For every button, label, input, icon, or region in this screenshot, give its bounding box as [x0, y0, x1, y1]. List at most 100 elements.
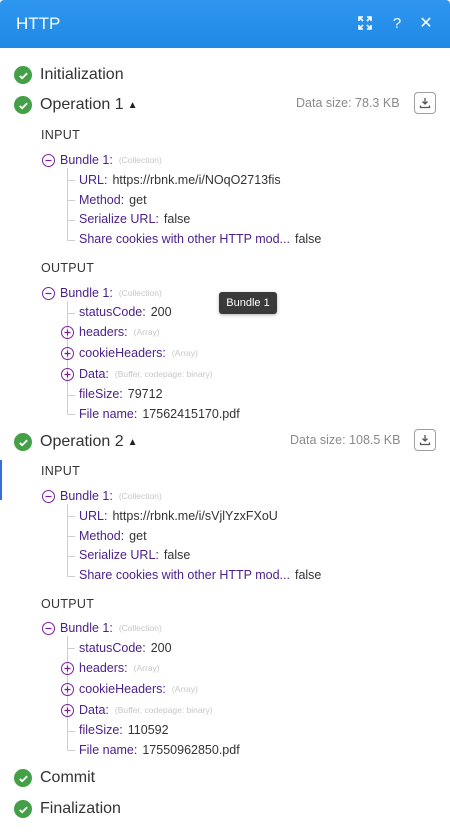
- type-label: (Array): [171, 348, 198, 358]
- tree-branch: [67, 180, 75, 181]
- field-data[interactable]: Data: (Buffer, codepage: binary): [61, 366, 213, 382]
- tree-branch: [67, 313, 75, 314]
- output-label: OUTPUT: [41, 597, 95, 611]
- field-data[interactable]: Data: (Buffer, codepage: binary): [61, 702, 213, 718]
- download-icon: [419, 435, 431, 446]
- tree-branch: [67, 556, 75, 557]
- field-value: false: [163, 212, 191, 226]
- expand-icon[interactable]: [61, 682, 74, 696]
- tooltip: Bundle 1: [219, 292, 277, 314]
- bundle-row[interactable]: Bundle 1: (Collection): [42, 488, 162, 504]
- bundle-label: Bundle 1:: [60, 489, 113, 503]
- field-key: File name:: [79, 743, 138, 757]
- tree-branch: [67, 516, 75, 517]
- field-value: 200: [150, 641, 172, 655]
- expand-icon[interactable]: [61, 367, 74, 381]
- type-label: (Collection): [118, 288, 162, 298]
- step-initialization[interactable]: Initialization: [14, 64, 124, 86]
- field-headers[interactable]: headers: (Array): [61, 660, 160, 676]
- expand-button[interactable]: [354, 12, 376, 34]
- field-file-size: fileSize: 110592: [79, 722, 169, 738]
- field-headers[interactable]: headers: (Array): [61, 324, 160, 340]
- check-icon: [14, 433, 32, 451]
- bundle-row[interactable]: Bundle 1: (Collection): [42, 152, 162, 168]
- left-edge-marker: [0, 460, 2, 500]
- expand-icon[interactable]: [61, 325, 74, 339]
- step-label: Operation 2: [40, 433, 124, 450]
- data-size: Data size: 78.3 KB: [296, 96, 400, 110]
- field-key: statusCode:: [79, 641, 146, 655]
- field-file-size: fileSize: 79712: [79, 386, 163, 402]
- expand-icon[interactable]: [61, 661, 74, 675]
- input-label: INPUT: [41, 464, 80, 478]
- field-url: URL: https://rbnk.me/i/sVjlYzxFXoU: [79, 508, 278, 524]
- caret-up-icon[interactable]: ▲: [128, 437, 138, 448]
- field-method: Method: get: [79, 192, 147, 208]
- step-commit[interactable]: Commit: [14, 767, 95, 789]
- field-key: cookieHeaders:: [79, 346, 166, 360]
- field-file-name: File name: 17562415170.pdf: [79, 406, 240, 422]
- field-key: URL:: [79, 173, 108, 187]
- tree-branch: [67, 200, 75, 201]
- field-value: get: [129, 193, 147, 207]
- type-label: (Collection): [118, 155, 162, 165]
- download-icon: [419, 98, 431, 109]
- field-serialize-url: Serialize URL: false: [79, 547, 190, 563]
- field-key: headers:: [79, 661, 128, 675]
- field-value: false: [163, 548, 191, 562]
- field-key: File name:: [79, 407, 138, 421]
- expand-icon[interactable]: [61, 703, 74, 717]
- expand-icon: [358, 16, 372, 30]
- tree-branch: [67, 731, 75, 732]
- collapse-icon[interactable]: [42, 489, 55, 503]
- field-value: 110592: [127, 723, 169, 737]
- field-key: Share cookies with other HTTP mod...: [79, 568, 290, 582]
- field-key: Method:: [79, 193, 125, 207]
- help-button[interactable]: ?: [386, 12, 408, 34]
- tree-branch: [67, 220, 75, 221]
- tree-branch: [67, 536, 75, 537]
- field-key: fileSize:: [79, 387, 123, 401]
- collapse-icon[interactable]: [42, 286, 55, 300]
- type-label: (Collection): [118, 623, 162, 633]
- field-method: Method: get: [79, 528, 147, 544]
- check-icon: [14, 96, 32, 114]
- field-value: https://rbnk.me/i/sVjlYzxFXoU: [112, 509, 278, 523]
- field-value: 79712: [127, 387, 163, 401]
- step-label: Commit: [40, 769, 96, 786]
- step-operation-2[interactable]: Operation 2 ▲: [14, 431, 138, 453]
- type-label: (Buffer, codepage: binary): [114, 705, 213, 715]
- tree-branch: [67, 240, 75, 241]
- field-key: Serialize URL:: [79, 548, 159, 562]
- step-operation-1[interactable]: Operation 1 ▲: [14, 94, 138, 116]
- collapse-icon[interactable]: [42, 621, 55, 635]
- field-key: fileSize:: [79, 723, 123, 737]
- step-label: Operation 1: [40, 96, 124, 113]
- tree-branch: [67, 648, 75, 649]
- expand-icon[interactable]: [61, 346, 74, 360]
- bundle-label: Bundle 1:: [60, 621, 113, 635]
- field-cookie-headers[interactable]: cookieHeaders: (Array): [61, 345, 198, 361]
- field-share-cookies: Share cookies with other HTTP mod... fal…: [79, 231, 321, 247]
- field-key: Method:: [79, 529, 125, 543]
- caret-up-icon[interactable]: ▲: [128, 100, 138, 111]
- check-icon: [14, 769, 32, 787]
- download-button[interactable]: [414, 92, 436, 114]
- field-key: Share cookies with other HTTP mod...: [79, 232, 290, 246]
- step-finalization[interactable]: Finalization: [14, 798, 121, 820]
- field-key: Serialize URL:: [79, 212, 159, 226]
- field-cookie-headers[interactable]: cookieHeaders: (Array): [61, 681, 198, 697]
- type-label: (Array): [133, 327, 160, 337]
- bundle-row[interactable]: Bundle 1: (Collection): [42, 620, 162, 636]
- tree-line: [67, 168, 68, 240]
- close-button[interactable]: ✕: [415, 12, 437, 34]
- window-titlebar: HTTP ? ✕: [0, 0, 450, 48]
- bundle-row[interactable]: Bundle 1: (Collection): [42, 285, 162, 301]
- field-value: https://rbnk.me/i/NOqO2713fis: [112, 173, 281, 187]
- field-key: cookieHeaders:: [79, 682, 166, 696]
- tree-line: [67, 504, 68, 576]
- field-status-code: statusCode: 200: [79, 640, 172, 656]
- collapse-icon[interactable]: [42, 153, 55, 167]
- download-button[interactable]: [414, 429, 436, 451]
- check-icon: [14, 66, 32, 84]
